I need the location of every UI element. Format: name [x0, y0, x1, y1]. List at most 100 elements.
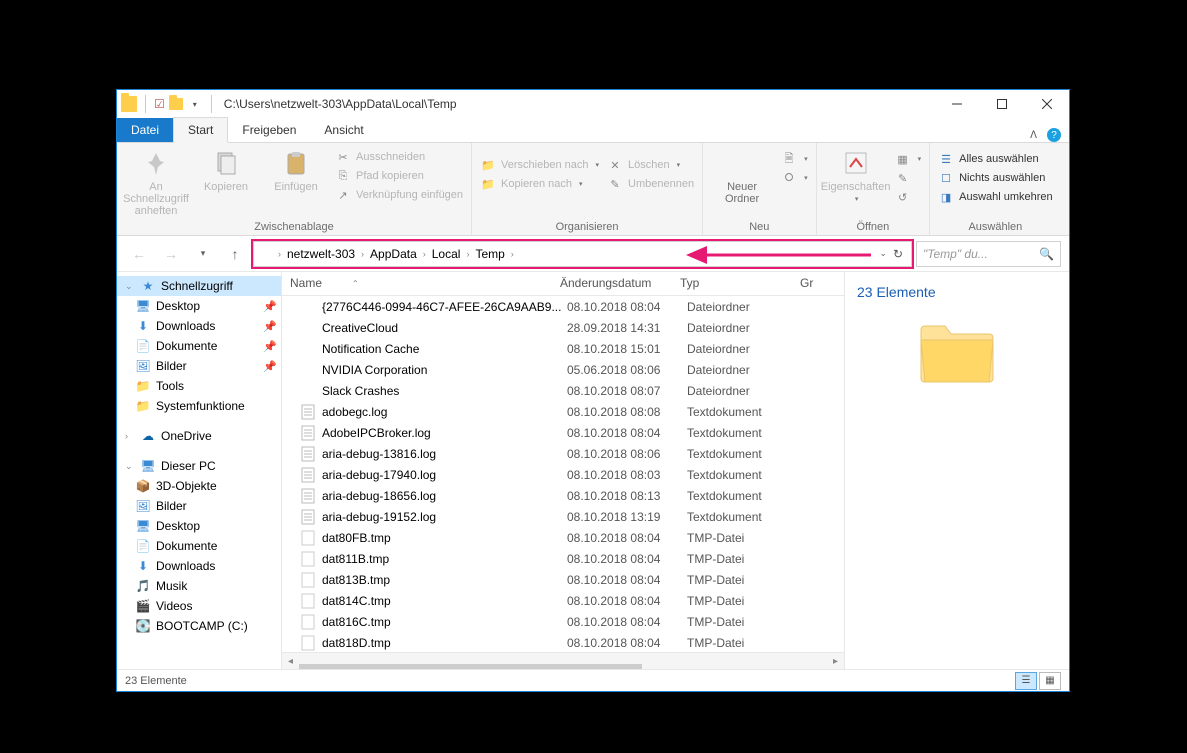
sidebar-item[interactable]: 🖥 Desktop📌 — [117, 296, 281, 316]
file-row[interactable]: dat80FB.tmp 08.10.2018 08:04 TMP-Datei — [282, 527, 844, 548]
search-input[interactable]: "Temp" du... 🔍 — [916, 241, 1061, 267]
sidebar-thispc[interactable]: ⌄ 🖥 Dieser PC — [117, 456, 281, 476]
forward-button[interactable]: → — [157, 240, 185, 268]
chevron-right-icon[interactable]: › — [359, 249, 366, 259]
tab-file[interactable]: Datei — [117, 118, 173, 142]
file-list[interactable]: {2776C446-0994-46C7-AFEE-26CA9AAB9... 08… — [282, 296, 844, 652]
sidebar-item[interactable]: 🖼 Bilder📌 — [117, 356, 281, 376]
chevron-down-icon[interactable]: ⌄ — [125, 461, 135, 472]
sidebar-item[interactable]: 📄 Dokumente — [117, 536, 281, 556]
newitem-button[interactable]: 🗎▾ — [781, 151, 808, 167]
breadcrumb-0[interactable]: netzwelt-303 — [283, 247, 359, 261]
delete-button[interactable]: ✕Löschen▾ — [607, 157, 694, 173]
file-row[interactable]: NVIDIA Corporation 05.06.2018 08:06 Date… — [282, 359, 844, 380]
close-button[interactable] — [1024, 90, 1069, 118]
newfolder-button[interactable]: Neuer Ordner — [711, 147, 773, 205]
pin-quickaccess-button[interactable]: An Schnellzugriff anheften — [125, 147, 187, 217]
pastelink-button[interactable]: ↗Verknüpfung einfügen — [335, 187, 463, 203]
copyto-button[interactable]: 📁Kopieren nach▾ — [480, 176, 599, 192]
selectinvert-button[interactable]: ◨Auswahl umkehren — [938, 189, 1053, 205]
file-row[interactable]: aria-debug-13816.log 08.10.2018 08:06 Te… — [282, 443, 844, 464]
file-row[interactable]: dat818D.tmp 08.10.2018 08:04 TMP-Datei — [282, 632, 844, 652]
navigation-pane[interactable]: ⌄ ★ Schnellzugriff 🖥 Desktop📌 ⬇ Download… — [117, 272, 282, 669]
qat-newfolder-icon[interactable] — [169, 98, 183, 110]
addressbar-dropdown-icon[interactable]: ⌄ — [879, 248, 887, 259]
help-icon[interactable]: ? — [1047, 128, 1061, 142]
file-row[interactable]: aria-debug-17940.log 08.10.2018 08:03 Te… — [282, 464, 844, 485]
sidebar-item[interactable]: 📁 Tools — [117, 376, 281, 396]
paste-button[interactable]: Einfügen — [265, 147, 327, 193]
up-button[interactable]: ↑ — [221, 240, 249, 268]
sidebar-item[interactable]: 📁 Systemfunktione — [117, 396, 281, 416]
back-button[interactable]: ← — [125, 240, 153, 268]
breadcrumb-1[interactable]: AppData — [366, 247, 421, 261]
tab-start[interactable]: Start — [173, 117, 228, 143]
folder-icon: 🎬 — [135, 598, 151, 614]
sidebar-item[interactable]: ⬇ Downloads — [117, 556, 281, 576]
sidebar-item[interactable]: 🖼 Bilder — [117, 496, 281, 516]
cut-button[interactable]: ✂Ausschneiden — [335, 149, 463, 165]
sidebar-onedrive[interactable]: › ☁ OneDrive — [117, 426, 281, 446]
column-name[interactable]: Name⌃ — [282, 272, 552, 295]
qat-customize-icon[interactable]: ▾ — [193, 100, 197, 109]
rename-button[interactable]: ✎Umbenennen — [607, 176, 694, 192]
edit-button[interactable]: ✎ — [895, 170, 922, 186]
open-button[interactable]: ▦▾ — [895, 151, 922, 167]
file-row[interactable]: {2776C446-0994-46C7-AFEE-26CA9AAB9... 08… — [282, 296, 844, 317]
breadcrumb-3[interactable]: Temp — [471, 247, 508, 261]
sidebar-quickaccess[interactable]: ⌄ ★ Schnellzugriff — [117, 276, 281, 296]
collapse-ribbon-icon[interactable]: ᐱ — [1030, 130, 1037, 141]
chevron-right-icon[interactable]: › — [509, 249, 516, 259]
breadcrumb-2[interactable]: Local — [428, 247, 465, 261]
sidebar-item[interactable]: 🖥 Desktop — [117, 516, 281, 536]
minimize-button[interactable] — [934, 90, 979, 118]
scroll-left-icon[interactable]: ◂ — [282, 656, 299, 667]
properties-button[interactable]: Eigenschaften▾ — [825, 147, 887, 203]
column-date[interactable]: Änderungsdatum — [552, 272, 672, 295]
file-row[interactable]: AdobeIPCBroker.log 08.10.2018 08:04 Text… — [282, 422, 844, 443]
selectall-button[interactable]: ☰Alles auswählen — [938, 151, 1053, 167]
column-size[interactable]: Gr — [792, 272, 832, 295]
history-button[interactable]: ↺ — [895, 189, 922, 205]
file-row[interactable]: dat813B.tmp 08.10.2018 08:04 TMP-Datei — [282, 569, 844, 590]
scroll-right-icon[interactable]: ▸ — [827, 656, 844, 667]
chevron-right-icon[interactable]: › — [421, 249, 428, 259]
chevron-right-icon[interactable]: › — [276, 249, 283, 259]
recent-locations-button[interactable]: ▾ — [189, 240, 217, 268]
file-row[interactable]: dat814C.tmp 08.10.2018 08:04 TMP-Datei — [282, 590, 844, 611]
view-icons-button[interactable]: ▦ — [1039, 672, 1061, 690]
file-row[interactable]: Notification Cache 08.10.2018 15:01 Date… — [282, 338, 844, 359]
file-row[interactable]: Slack Crashes 08.10.2018 08:07 Dateiordn… — [282, 380, 844, 401]
sidebar-item[interactable]: 📦 3D-Objekte — [117, 476, 281, 496]
qat-properties-icon[interactable]: ☑ — [154, 97, 165, 111]
copy-button[interactable]: Kopieren — [195, 147, 257, 193]
sidebar-item-label: Videos — [156, 599, 192, 613]
sidebar-item[interactable]: 🎵 Musik — [117, 576, 281, 596]
chevron-right-icon[interactable]: › — [125, 431, 135, 441]
horizontal-scrollbar[interactable]: ◂ ▸ — [282, 652, 844, 669]
tab-share[interactable]: Freigeben — [228, 118, 310, 142]
tab-view[interactable]: Ansicht — [310, 118, 377, 142]
refresh-button[interactable]: ↻ — [893, 247, 903, 261]
sidebar-item[interactable]: 📄 Dokumente📌 — [117, 336, 281, 356]
scrollbar-thumb[interactable] — [299, 664, 642, 669]
copypath-button[interactable]: ⎘Pfad kopieren — [335, 168, 463, 184]
file-row[interactable]: CreativeCloud 28.09.2018 14:31 Dateiordn… — [282, 317, 844, 338]
chevron-down-icon[interactable]: ⌄ — [125, 281, 135, 292]
file-row[interactable]: dat811B.tmp 08.10.2018 08:04 TMP-Datei — [282, 548, 844, 569]
file-row[interactable]: adobegc.log 08.10.2018 08:08 Textdokumen… — [282, 401, 844, 422]
file-row[interactable]: aria-debug-18656.log 08.10.2018 08:13 Te… — [282, 485, 844, 506]
column-type[interactable]: Typ — [672, 272, 792, 295]
file-row[interactable]: aria-debug-19152.log 08.10.2018 13:19 Te… — [282, 506, 844, 527]
address-bar[interactable]: › netzwelt-303 › AppData › Local › Temp … — [253, 241, 912, 267]
chevron-right-icon[interactable]: › — [464, 249, 471, 259]
sidebar-item[interactable]: ⬇ Downloads📌 — [117, 316, 281, 336]
selectnone-button[interactable]: ☐Nichts auswählen — [938, 170, 1053, 186]
sidebar-item[interactable]: 💽 BOOTCAMP (C:) — [117, 616, 281, 636]
file-row[interactable]: dat816C.tmp 08.10.2018 08:04 TMP-Datei — [282, 611, 844, 632]
maximize-button[interactable] — [979, 90, 1024, 118]
moveto-button[interactable]: 📁Verschieben nach▾ — [480, 157, 599, 173]
easyaccess-button[interactable]: ⭘▾ — [781, 170, 808, 186]
view-details-button[interactable]: ☰ — [1015, 672, 1037, 690]
sidebar-item[interactable]: 🎬 Videos — [117, 596, 281, 616]
